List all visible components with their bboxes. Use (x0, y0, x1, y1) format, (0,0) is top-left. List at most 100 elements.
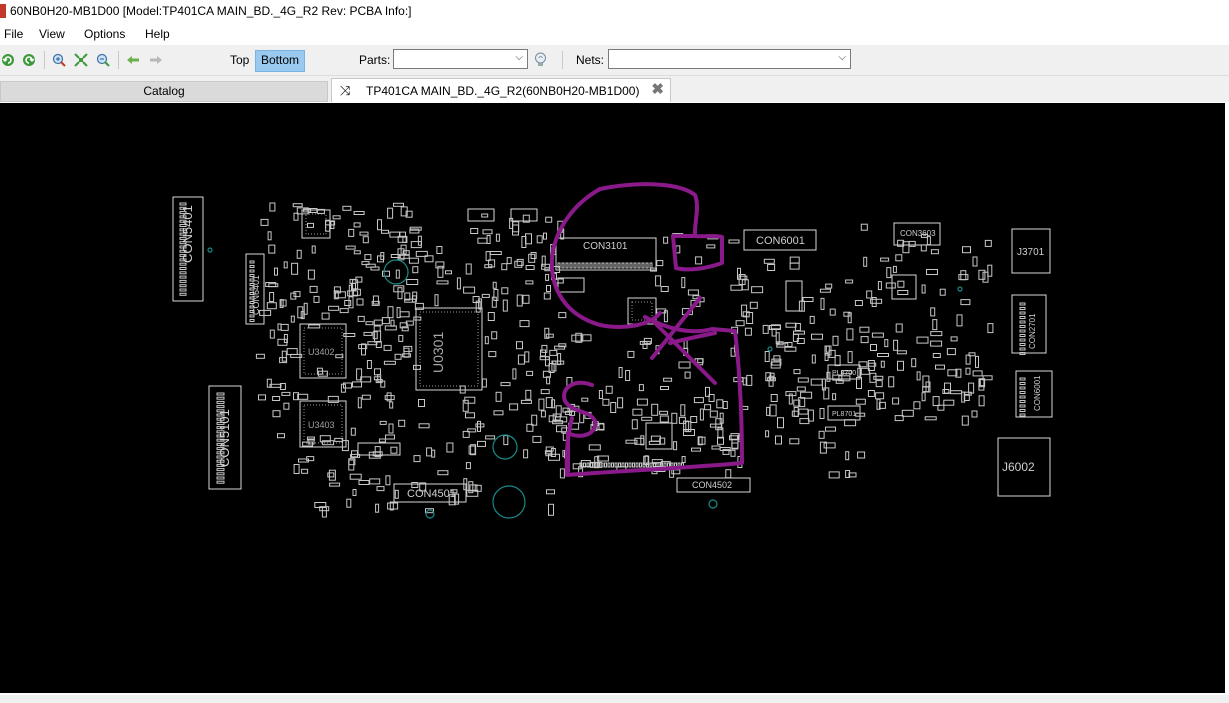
smd-component[interactable] (258, 394, 266, 401)
smd-component[interactable] (341, 440, 349, 452)
smd-component[interactable] (363, 331, 373, 336)
smd-component[interactable] (588, 444, 601, 451)
smd-component[interactable] (897, 290, 909, 295)
smd-component[interactable] (481, 378, 487, 388)
smd-component[interactable] (681, 277, 686, 289)
smd-component[interactable] (380, 380, 386, 388)
smd-component[interactable] (709, 410, 718, 418)
smd-component[interactable] (869, 372, 877, 383)
smd-component[interactable] (784, 346, 797, 352)
lightbulb-icon[interactable] (533, 52, 548, 68)
smd-component[interactable] (486, 235, 491, 244)
smd-component[interactable] (411, 482, 419, 488)
smd-component[interactable] (548, 453, 560, 461)
smd-component[interactable] (744, 327, 752, 336)
smd-component[interactable] (269, 292, 275, 302)
zoom-out-icon[interactable] (96, 53, 110, 67)
smd-component[interactable] (972, 370, 983, 377)
smd-component[interactable] (598, 390, 603, 399)
smd-component[interactable] (328, 469, 336, 481)
smd-component[interactable] (921, 284, 926, 294)
smd-component[interactable] (828, 471, 840, 479)
smd-component[interactable] (972, 256, 978, 267)
smd-component[interactable] (393, 202, 404, 207)
smd-component[interactable] (741, 304, 748, 317)
smd-component[interactable] (888, 376, 895, 388)
smd-component[interactable] (699, 408, 704, 421)
smd-component[interactable] (625, 370, 631, 381)
smd-component[interactable] (631, 419, 638, 430)
smd-component[interactable] (482, 229, 493, 235)
smd-component[interactable] (880, 257, 890, 262)
smd-component[interactable] (956, 314, 963, 327)
smd-component[interactable] (493, 410, 504, 416)
smd-component[interactable] (485, 251, 491, 262)
smd-component[interactable] (960, 299, 971, 306)
smd-component[interactable] (266, 302, 277, 310)
smd-component[interactable] (920, 244, 927, 252)
smd-component[interactable] (932, 319, 938, 331)
smd-component[interactable] (292, 203, 303, 208)
smd-component[interactable] (403, 347, 410, 358)
menu-file[interactable]: File (4, 27, 23, 41)
smd-component[interactable] (901, 409, 914, 417)
smd-component[interactable] (770, 394, 778, 402)
smd-component[interactable] (487, 312, 495, 321)
smd-component[interactable] (916, 371, 921, 381)
smd-component[interactable] (943, 399, 955, 406)
smd-component[interactable] (375, 503, 380, 513)
smd-component[interactable] (279, 357, 288, 364)
smd-component[interactable] (477, 440, 486, 447)
smd-component[interactable] (408, 257, 419, 264)
smd-component[interactable] (769, 404, 777, 417)
smd-component[interactable] (690, 416, 698, 423)
smd-component[interactable] (855, 398, 866, 405)
smd-component[interactable] (526, 370, 534, 376)
smd-component[interactable] (659, 410, 669, 415)
smd-component[interactable] (860, 336, 869, 344)
menu-view[interactable]: View (39, 27, 65, 41)
smd-component[interactable] (886, 267, 892, 279)
smd-component[interactable] (819, 288, 831, 293)
smd-component[interactable] (356, 298, 364, 306)
smd-component[interactable] (777, 417, 784, 429)
smd-component[interactable] (982, 271, 989, 283)
smd-component[interactable] (467, 428, 477, 433)
smd-component[interactable] (632, 408, 643, 416)
smd-component[interactable] (525, 280, 534, 285)
smd-component[interactable] (255, 353, 265, 359)
smd-component[interactable] (412, 266, 419, 274)
smd-component[interactable] (885, 282, 896, 289)
smd-component[interactable] (516, 294, 523, 307)
smd-component[interactable] (388, 423, 394, 434)
smd-component[interactable] (361, 343, 366, 356)
smd-component[interactable] (378, 438, 386, 443)
smd-component[interactable] (797, 377, 809, 383)
smd-component[interactable] (456, 277, 461, 290)
smd-component[interactable] (502, 299, 508, 312)
smd-component[interactable] (636, 398, 648, 406)
smd-component[interactable] (503, 435, 509, 446)
smd-component[interactable] (845, 451, 850, 461)
smd-component[interactable] (793, 369, 801, 375)
smd-component[interactable] (730, 449, 736, 457)
smd-component[interactable] (353, 211, 365, 215)
smd-component[interactable] (524, 351, 530, 363)
smd-component[interactable] (847, 351, 853, 364)
smd-component[interactable] (268, 244, 276, 254)
smd-component[interactable] (384, 395, 395, 401)
smd-component[interactable] (413, 364, 421, 370)
zoom-fit-icon[interactable] (74, 53, 88, 67)
smd-component[interactable] (935, 364, 945, 370)
smd-component[interactable] (307, 269, 315, 280)
smd-component[interactable] (343, 333, 356, 337)
smd-component[interactable] (360, 376, 372, 383)
smd-component[interactable] (346, 498, 352, 508)
smd-component[interactable] (283, 261, 288, 269)
smd-component[interactable] (484, 336, 489, 345)
smd-component[interactable] (763, 258, 775, 264)
smd-component[interactable] (277, 433, 285, 439)
smd-component[interactable] (944, 382, 951, 394)
smd-component[interactable] (410, 241, 422, 249)
smd-component[interactable] (895, 323, 903, 333)
